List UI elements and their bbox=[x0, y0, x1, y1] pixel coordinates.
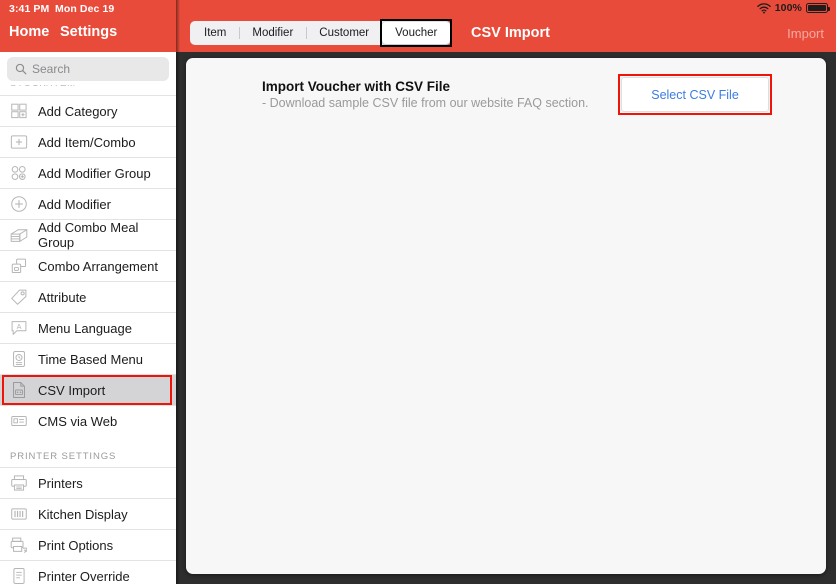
select-csv-file-button[interactable]: Select CSV File bbox=[621, 77, 769, 112]
sidebar-item-printers[interactable]: Printers bbox=[0, 467, 176, 498]
kitchen-display-icon bbox=[8, 503, 30, 525]
printer-icon bbox=[8, 472, 30, 494]
top-bar: 100% Item Modifier Customer Voucher CSV … bbox=[176, 0, 836, 52]
tab-item[interactable]: Item bbox=[191, 22, 239, 44]
printer-override-icon bbox=[8, 565, 30, 584]
sidebar-item-menu-language[interactable]: A Menu Language bbox=[0, 312, 176, 343]
sidebar-section-printer-settings: PRINTER SETTINGS bbox=[0, 436, 176, 467]
tab-voucher[interactable]: Voucher bbox=[382, 22, 451, 44]
import-subtitle: - Download sample CSV file from our webs… bbox=[262, 96, 589, 110]
page-title: CSV Import bbox=[471, 25, 550, 41]
sidebar-item-add-category[interactable]: Add Category bbox=[0, 95, 176, 126]
sidebar-item-label: Kitchen Display bbox=[38, 506, 128, 522]
sidebar-item-cms-via-web[interactable]: CMS via Web bbox=[0, 405, 176, 436]
tag-icon bbox=[8, 286, 30, 308]
sidebar: 3:41 PM Mon Dec 19 Home Settings Search … bbox=[0, 0, 176, 584]
sidebar-item-label: Print Options bbox=[38, 537, 114, 553]
sidebar-section-label-clipped: STOCK/ITEM bbox=[10, 85, 76, 89]
clock-document-icon bbox=[8, 348, 30, 370]
tab-customer[interactable]: Customer bbox=[306, 22, 382, 44]
sidebar-item-label: Add Modifier Group bbox=[38, 165, 151, 181]
sidebar-item-time-based-menu[interactable]: Time Based Menu bbox=[0, 343, 176, 374]
sidebar-scroll-list[interactable]: STOCK/ITEM Add Category bbox=[0, 85, 176, 584]
sidebar-item-label: Add Item/Combo bbox=[38, 134, 136, 150]
search-placeholder: Search bbox=[32, 62, 71, 76]
sidebar-item-add-item-combo[interactable]: Add Item/Combo bbox=[0, 126, 176, 157]
search-bar-container: Search bbox=[0, 52, 176, 85]
sidebar-item-csv-import[interactable]: CSV Import bbox=[0, 374, 176, 405]
tab-modifier[interactable]: Modifier bbox=[239, 22, 306, 44]
sidebar-section-label: PRINTER SETTINGS bbox=[10, 451, 117, 462]
app-root: 3:41 PM Mon Dec 19 Home Settings Search … bbox=[0, 0, 836, 584]
sidebar-item-label: Add Combo Meal Group bbox=[38, 220, 139, 250]
search-icon bbox=[15, 63, 27, 75]
sidebar-item-label: CMS via Web bbox=[38, 413, 118, 429]
sidebar-item-kitchen-display[interactable]: Kitchen Display bbox=[0, 498, 176, 529]
search-input[interactable]: Search bbox=[7, 57, 169, 81]
sidebar-section-header-clipped: STOCK/ITEM bbox=[0, 85, 176, 95]
plus-square-icon bbox=[8, 131, 30, 153]
sidebar-item-label: CSV Import bbox=[38, 382, 106, 398]
sidebar-item-label: Time Based Menu bbox=[38, 351, 144, 367]
sidebar-item-print-options[interactable]: Print Options bbox=[0, 529, 176, 560]
print-options-icon bbox=[8, 534, 30, 556]
sidebar-item-attribute[interactable]: Attribute bbox=[0, 281, 176, 312]
sidebar-header: 3:41 PM Mon Dec 19 Home Settings bbox=[0, 0, 176, 52]
sidebar-item-label: Add Modifier bbox=[38, 196, 111, 212]
import-button[interactable]: Import bbox=[787, 26, 824, 41]
nav-home-button[interactable]: Home bbox=[9, 24, 49, 40]
combo-meal-icon bbox=[8, 224, 30, 246]
content-panel: Import Voucher with CSV File - Download … bbox=[186, 58, 826, 574]
battery-percent: 100% bbox=[774, 2, 802, 14]
sidebar-item-add-modifier-group[interactable]: Add Modifier Group bbox=[0, 157, 176, 188]
sidebar-divider bbox=[176, 0, 180, 584]
sidebar-item-label: Add Category bbox=[38, 103, 118, 119]
csv-file-icon bbox=[8, 379, 30, 401]
wifi-icon bbox=[756, 2, 771, 14]
sidebar-item-label: Menu Language bbox=[38, 320, 132, 336]
import-heading: Import Voucher with CSV File bbox=[262, 79, 451, 94]
sidebar-item-combo-arrangement[interactable]: Combo Arrangement bbox=[0, 250, 176, 281]
sidebar-item-printer-override[interactable]: Printer Override bbox=[0, 560, 176, 584]
status-bar-time: 3:41 PM bbox=[9, 3, 50, 15]
sidebar-item-label: Printers bbox=[38, 475, 83, 491]
sidebar-item-add-modifier[interactable]: Add Modifier bbox=[0, 188, 176, 219]
web-card-icon bbox=[8, 410, 30, 432]
svg-text:A: A bbox=[17, 322, 22, 331]
sidebar-item-label: Printer Override bbox=[38, 568, 130, 584]
language-bubble-icon: A bbox=[8, 317, 30, 339]
sidebar-item-label: Combo Arrangement bbox=[38, 258, 158, 274]
sidebar-item-add-combo-meal-group[interactable]: Add Combo Meal Group bbox=[0, 219, 176, 250]
sidebar-item-label: Attribute bbox=[38, 289, 87, 305]
nav-settings-title: Settings bbox=[60, 24, 118, 40]
segmented-control[interactable]: Item Modifier Customer Voucher bbox=[190, 21, 452, 45]
modifier-group-icon bbox=[8, 162, 30, 184]
add-category-icon bbox=[8, 100, 30, 122]
plus-circle-icon bbox=[8, 193, 30, 215]
battery-full-icon bbox=[806, 3, 830, 13]
status-bar-right: 100% bbox=[756, 2, 830, 14]
status-bar-date: Mon Dec 19 bbox=[55, 3, 115, 15]
combo-arrangement-icon bbox=[8, 255, 30, 277]
